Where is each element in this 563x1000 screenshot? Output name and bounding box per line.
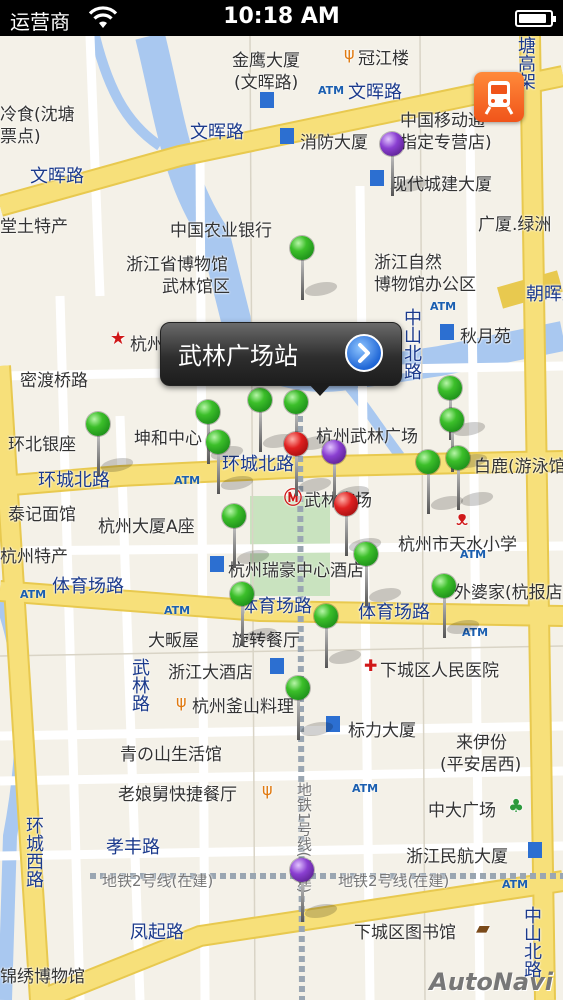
- road-label-wenhui-2: 文晖路: [190, 122, 244, 143]
- atm-label: ATM: [164, 604, 191, 617]
- place-laiyifen-sub: (平安居西): [440, 755, 522, 775]
- place-tangtu: 堂土特产: [0, 217, 68, 237]
- hospital-icon: ✚: [364, 656, 378, 675]
- place-zj-nature-sub: 博物馆办公区: [374, 275, 476, 295]
- place-qingshan: 青の山生活馆: [120, 745, 222, 765]
- callout-tail: [308, 383, 332, 396]
- place-jinxiu: 锦绣博物馆: [0, 967, 85, 987]
- place-hz-tower: 杭州大厦A座: [98, 517, 195, 537]
- place-zj-minhang: 浙江民航大厦: [406, 847, 508, 867]
- place-fushan: 杭州釜山料理: [192, 697, 294, 717]
- restaurant-icon: ψ: [344, 44, 355, 63]
- atm-label: ATM: [318, 84, 345, 97]
- place-kunhe: 坤和中心: [134, 429, 202, 449]
- autonavi-logo: AutoNavi: [429, 968, 553, 996]
- tree-icon: ♣: [508, 796, 525, 817]
- road-label-tiyuchang-3: 体育场路: [358, 602, 430, 623]
- road-label-wenhui-3: 文晖路: [30, 166, 84, 187]
- place-guangxia: 广厦.绿洲: [478, 215, 552, 235]
- place-bailu: 白鹿(游泳馆): [474, 457, 563, 477]
- building-icon: [440, 324, 454, 340]
- place-xiacheng-lib: 下城区图书馆: [354, 923, 456, 943]
- place-zhongda: 中大广场: [428, 801, 496, 821]
- atm-label: ATM: [20, 588, 47, 601]
- status-clock: 10:18 AM: [223, 4, 340, 29]
- map-view[interactable]: 文晖路 文晖路 文晖路 环城北路 环城北路 体育场路 体育场路 体育场路 中山北…: [0, 36, 563, 1000]
- atm-label: ATM: [352, 782, 379, 795]
- building-icon: [370, 170, 384, 186]
- place-taiji: 泰记面馆: [8, 505, 76, 525]
- chevron-right-icon: [358, 343, 370, 363]
- road-label-chaohui: 朝晖路: [526, 284, 563, 305]
- road-label-midu-bridge: 密渡桥路: [20, 371, 88, 391]
- metro-train-icon: [484, 81, 514, 115]
- disclosure-chevron-icon[interactable]: [345, 334, 383, 372]
- restaurant-icon: ψ: [176, 692, 187, 711]
- road-label-metro2a: 地铁2号线(在建): [102, 872, 214, 890]
- place-jinying-sub: (文晖路): [234, 73, 299, 93]
- metro-toggle-button[interactable]: [474, 72, 524, 122]
- place-zj-hotel: 浙江大酒店: [168, 663, 253, 683]
- status-bar: 运营商 10:18 AM: [0, 0, 563, 36]
- building-icon: [260, 92, 274, 108]
- place-xiaofang: 消防大厦: [300, 133, 368, 153]
- atm-label: ATM: [460, 548, 487, 561]
- building-icon: [528, 842, 542, 858]
- place-lengshi-sub: 票点): [0, 127, 41, 147]
- building-icon: [270, 658, 284, 674]
- place-huanbei-bank: 环北银座: [8, 435, 76, 455]
- place-xiacheng-hosp: 下城区人民医院: [380, 661, 499, 681]
- atm-label: ATM: [430, 300, 457, 313]
- place-tianshui: 杭州市天水小学: [398, 535, 517, 555]
- road-label-wulin: 武林路: [129, 658, 150, 712]
- road-label-metro2b: 地铁2号线(在建): [338, 872, 450, 890]
- building-icon: [280, 128, 294, 144]
- restaurant-icon: ψ: [262, 780, 273, 799]
- star-icon: ★: [110, 328, 127, 349]
- place-abc: 中国农业银行: [170, 221, 272, 241]
- place-qiuyue: 秋月苑: [460, 327, 511, 347]
- battery-icon: [515, 10, 556, 27]
- book-icon: ▰: [476, 918, 490, 939]
- road-label-xiaofeng: 孝丰路: [106, 837, 160, 858]
- place-laoniang: 老娘舅快捷餐厅: [118, 785, 237, 805]
- place-hz-tech: 杭州特产: [0, 547, 68, 567]
- building-icon: [210, 556, 224, 572]
- battery-fill: [519, 14, 546, 23]
- road-label-wenhui-1: 文晖路: [348, 82, 402, 103]
- place-zj-museum-sub: 武林馆区: [162, 277, 230, 297]
- road-label-tiyuchang-1: 体育场路: [52, 576, 124, 597]
- place-dafanwu: 大畈屋: [148, 631, 199, 651]
- road-label-huanchengxi: 环城西路: [23, 816, 44, 888]
- place-waipo: 外婆家(杭报店): [454, 583, 563, 603]
- atm-label: ATM: [174, 474, 201, 487]
- atm-label: ATM: [502, 878, 529, 891]
- station-callout[interactable]: 武林广场站: [160, 322, 402, 396]
- place-biaoli: 标力大厦: [348, 721, 416, 741]
- road-label-fengqi: 凤起路: [130, 922, 184, 943]
- place-guanjilou: 冠江楼: [358, 49, 409, 69]
- place-chinamobile-sub: 指定专营店): [400, 133, 492, 153]
- callout-title: 武林广场站: [178, 342, 298, 370]
